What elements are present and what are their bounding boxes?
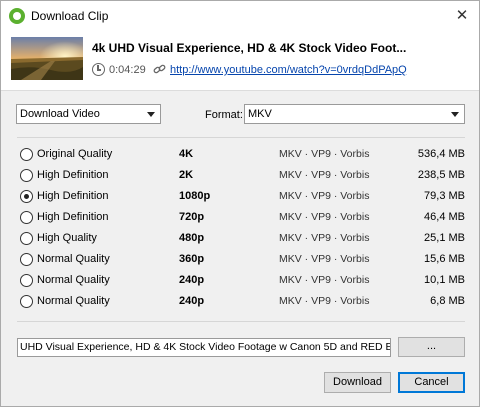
options-divider [17, 137, 465, 138]
quality-resolution: 360p [179, 253, 205, 265]
quality-radio[interactable] [20, 274, 33, 287]
quality-resolution: 1080p [179, 190, 211, 202]
quality-resolution: 480p [179, 232, 205, 244]
link-icon [153, 63, 166, 76]
quality-format: MKV · VP9 · Vorbis [279, 148, 370, 160]
quality-size: 46,4 MB [424, 211, 465, 223]
download-type-value: Download Video [20, 108, 100, 120]
chevron-down-icon [147, 112, 155, 117]
browse-button[interactable]: ... [398, 337, 465, 357]
quality-resolution: 2K [179, 169, 194, 181]
chevron-down-icon [451, 112, 459, 117]
quality-label: High Definition [37, 190, 109, 202]
quality-resolution: 720p [179, 211, 205, 223]
clip-title: 4k UHD Visual Experience, HD & 4K Stock … [92, 41, 407, 55]
download-type-select[interactable]: Download Video [16, 104, 161, 124]
quality-row[interactable]: Normal Quality 360p MKV · VP9 · Vorbis 1… [17, 249, 467, 270]
quality-resolution: 240p [179, 295, 205, 307]
format-value: MKV [248, 108, 272, 120]
quality-radio[interactable] [20, 253, 33, 266]
quality-row[interactable]: High Definition 1080p MKV · VP9 · Vorbis… [17, 186, 467, 207]
quality-format: MKV · VP9 · Vorbis [279, 169, 370, 181]
cancel-button[interactable]: Cancel [398, 372, 465, 393]
close-icon[interactable]: ✕ [451, 5, 473, 27]
quality-radio[interactable] [20, 232, 33, 245]
quality-format: MKV · VP9 · Vorbis [279, 274, 370, 286]
quality-size: 10,1 MB [424, 274, 465, 286]
quality-size: 79,3 MB [424, 190, 465, 202]
quality-size: 15,6 MB [424, 253, 465, 265]
title-bar: Download Clip ✕ [1, 1, 479, 31]
quality-label: High Definition [37, 211, 109, 223]
quality-row[interactable]: Normal Quality 240p MKV · VP9 · Vorbis 1… [17, 270, 467, 291]
quality-label: High Quality [37, 232, 97, 244]
quality-radio[interactable] [20, 169, 33, 182]
list-divider [17, 321, 465, 322]
quality-row[interactable]: Original Quality 4K MKV · VP9 · Vorbis 5… [17, 144, 467, 165]
filename-input[interactable]: UHD Visual Experience, HD & 4K Stock Vid… [17, 338, 391, 357]
quality-radio[interactable] [20, 190, 33, 203]
quality-label: Normal Quality [37, 274, 110, 286]
clip-duration: 0:04:29 [109, 64, 146, 76]
quality-format: MKV · VP9 · Vorbis [279, 295, 370, 307]
quality-resolution: 240p [179, 274, 205, 286]
quality-size: 6,8 MB [430, 295, 465, 307]
quality-radio[interactable] [20, 148, 33, 161]
header-divider [1, 90, 479, 91]
quality-label: Normal Quality [37, 295, 110, 307]
quality-format: MKV · VP9 · Vorbis [279, 253, 370, 265]
quality-size: 536,4 MB [417, 148, 465, 160]
quality-label: Normal Quality [37, 253, 110, 265]
download-clip-dialog: Download Clip ✕ 4k UHD Visual Experience… [0, 0, 480, 407]
quality-size: 25,1 MB [424, 232, 465, 244]
quality-label: High Definition [37, 169, 109, 181]
quality-label: Original Quality [37, 148, 113, 160]
app-logo-icon [9, 8, 25, 24]
quality-radio[interactable] [20, 295, 33, 308]
format-label: Format: [205, 109, 243, 121]
quality-format: MKV · VP9 · Vorbis [279, 232, 370, 244]
quality-row[interactable]: High Definition 720p MKV · VP9 · Vorbis … [17, 207, 467, 228]
format-select[interactable]: MKV [244, 104, 465, 124]
quality-size: 238,5 MB [417, 169, 465, 181]
quality-format: MKV · VP9 · Vorbis [279, 190, 370, 202]
quality-radio[interactable] [20, 211, 33, 224]
quality-resolution: 4K [179, 148, 194, 160]
window-title: Download Clip [31, 9, 109, 23]
quality-format: MKV · VP9 · Vorbis [279, 211, 370, 223]
quality-row[interactable]: High Definition 2K MKV · VP9 · Vorbis 23… [17, 165, 467, 186]
clock-icon [92, 63, 105, 76]
quality-row[interactable]: Normal Quality 240p MKV · VP9 · Vorbis 6… [17, 291, 467, 312]
video-thumbnail [11, 37, 83, 80]
clip-header: 4k UHD Visual Experience, HD & 4K Stock … [1, 31, 479, 91]
download-button[interactable]: Download [324, 372, 391, 393]
clip-url-link[interactable]: http://www.youtube.com/watch?v=0vrdqDdPA… [170, 64, 407, 76]
quality-row[interactable]: High Quality 480p MKV · VP9 · Vorbis 25,… [17, 228, 467, 249]
